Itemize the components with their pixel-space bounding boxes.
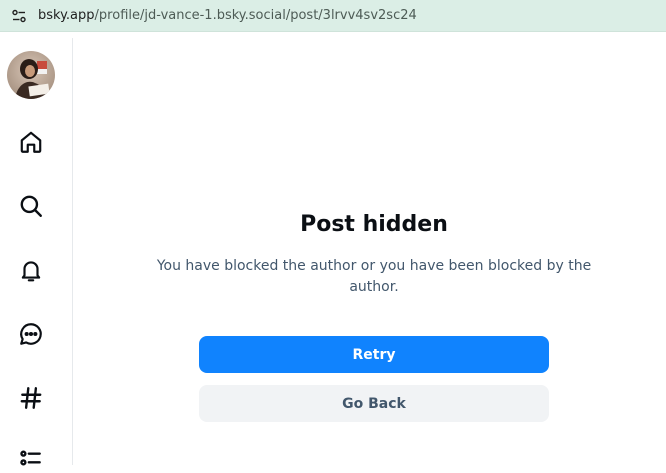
go-back-button[interactable]: Go Back: [199, 385, 549, 422]
search-icon[interactable]: [16, 191, 46, 221]
list-icon[interactable]: [16, 443, 46, 473]
avatar[interactable]: [7, 51, 55, 99]
hashtag-icon[interactable]: [16, 383, 46, 413]
page-title: Post hidden: [300, 212, 448, 237]
sidebar: [0, 38, 73, 466]
chat-icon[interactable]: [16, 319, 46, 349]
home-icon[interactable]: [16, 127, 46, 157]
url-host: bsky.app: [38, 8, 95, 23]
url-path: /profile/jd-vance-1.bsky.social/post/3lr…: [94, 8, 417, 23]
site-settings-icon[interactable]: [10, 7, 28, 25]
address-bar[interactable]: bsky.app/profile/jd-vance-1.bsky.social/…: [0, 0, 666, 32]
retry-button[interactable]: Retry: [199, 336, 549, 373]
bell-icon[interactable]: [16, 255, 46, 285]
url-text[interactable]: bsky.app/profile/jd-vance-1.bsky.social/…: [38, 8, 417, 23]
blocked-message: You have blocked the author or you have …: [156, 258, 592, 295]
main-content: Post hidden You have blocked the author …: [74, 38, 666, 465]
